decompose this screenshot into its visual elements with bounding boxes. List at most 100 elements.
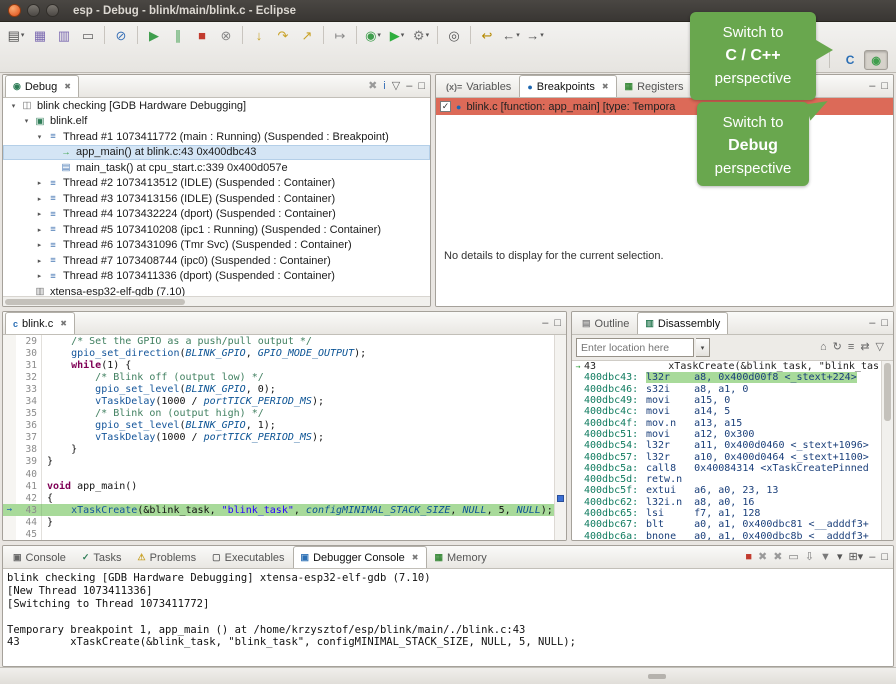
scroll-lock-icon[interactable]: ⇩ — [805, 552, 814, 563]
debug-horizontal-scrollbar[interactable] — [3, 296, 430, 306]
disassembly-instruction[interactable]: 400dbc51:movi a12, 0x300 — [572, 429, 881, 440]
show-source-icon[interactable]: ≡ — [848, 342, 854, 353]
code-area[interactable]: 29 /* Set the GPIO as a push/pull output… — [3, 335, 554, 540]
line-number[interactable]: 45 — [16, 529, 42, 541]
minimize-view-icon[interactable]: – — [869, 81, 875, 92]
home-icon[interactable]: ⌂ — [820, 342, 827, 353]
maximize-view-icon[interactable]: □ — [881, 552, 888, 563]
refresh-icon[interactable]: ↻ — [833, 342, 842, 353]
minimize-view-icon[interactable]: – — [542, 318, 548, 329]
sync-context-icon[interactable]: ⇄ — [860, 342, 869, 353]
line-number[interactable]: 29 — [16, 335, 42, 347]
search-button[interactable]: ◎ — [443, 24, 465, 46]
breakpoint-checkbox[interactable]: ✓ — [440, 101, 451, 112]
tab-blink-c[interactable]: cblink.c✖ — [5, 312, 75, 334]
print-button[interactable]: ▭ — [77, 24, 99, 46]
line-number[interactable]: 43 — [16, 504, 42, 516]
step-into-button[interactable]: ↓ — [248, 24, 270, 46]
tab-memory[interactable]: ▦Memory — [427, 546, 495, 568]
skip-all-breakpoints-button[interactable]: ⊘ — [110, 24, 132, 46]
remove-all-launches-icon[interactable]: ✖ — [773, 552, 782, 563]
view-menu-icon[interactable]: ▽ — [392, 81, 400, 92]
save-all-button[interactable]: ▥ — [53, 24, 75, 46]
dropdown-arrow-icon[interactable]: ▾ — [516, 31, 520, 39]
new-wizard-button[interactable]: ▤▾ — [5, 24, 27, 46]
terminate-button[interactable]: ■ — [191, 24, 213, 46]
location-input[interactable] — [576, 338, 694, 357]
dropdown-arrow-icon[interactable]: ▾ — [401, 31, 405, 39]
suspend-button[interactable]: ∥ — [167, 24, 189, 46]
c-cpp-perspective-button[interactable]: C — [839, 50, 862, 70]
tree-item[interactable]: ▥xtensa-esp32-elf-gdb (7.10) — [3, 284, 430, 296]
location-dropdown-icon[interactable]: ▾ — [696, 338, 710, 357]
disassembly-instruction[interactable]: 400dbc49:movi a15, 0 — [572, 395, 881, 406]
disassembly-instruction[interactable]: 400dbc46:s32i a8, a1, 0 — [572, 384, 881, 395]
tree-item[interactable]: ▾◫blink checking [GDB Hardware Debugging… — [3, 98, 430, 114]
minimize-view-icon[interactable]: – — [869, 552, 875, 563]
debug-tree[interactable]: ▾◫blink checking [GDB Hardware Debugging… — [3, 98, 430, 296]
expand-toggle-icon[interactable]: ▾ — [7, 102, 20, 110]
tree-item[interactable]: ▸≡Thread #3 1073413156 (IDLE) (Suspended… — [3, 191, 430, 207]
maximize-view-icon[interactable]: □ — [881, 81, 888, 92]
overview-marker[interactable] — [557, 495, 564, 502]
tree-item[interactable]: ▸≡Thread #8 1073411336 (dport) (Suspende… — [3, 269, 430, 285]
clear-console-icon[interactable]: ▭ — [788, 552, 798, 563]
line-number[interactable]: 34 — [16, 395, 42, 407]
tree-item[interactable]: ▸≡Thread #2 1073413512 (IDLE) (Suspended… — [3, 176, 430, 192]
external-tools-button[interactable]: ⚙▾ — [410, 24, 432, 46]
instruction-stepping-button[interactable]: ↦ — [329, 24, 351, 46]
line-number[interactable]: 32 — [16, 371, 42, 383]
instruction-pointer-icon[interactable]: → — [3, 504, 16, 516]
maximize-view-icon[interactable]: □ — [554, 318, 561, 329]
line-number[interactable]: 35 — [16, 408, 42, 420]
dropdown-arrow-icon[interactable]: ▾ — [540, 31, 544, 39]
run-button[interactable]: ▶▾ — [386, 24, 408, 46]
expand-toggle-icon[interactable]: ▾ — [20, 117, 33, 125]
close-tab-icon[interactable]: ✖ — [64, 82, 71, 91]
save-button[interactable]: ▦ — [29, 24, 51, 46]
expand-toggle-icon[interactable]: ▸ — [33, 179, 46, 187]
forward-button[interactable]: →▾ — [524, 24, 546, 46]
maximize-view-icon[interactable]: □ — [881, 318, 888, 329]
disassembly-source-line[interactable]: →43 xTaskCreate(&blink_task, "blink_tas — [572, 361, 881, 372]
minimize-view-icon[interactable]: – — [406, 81, 412, 92]
close-tab-icon[interactable]: ✖ — [602, 82, 609, 91]
tab-tasks[interactable]: ✓Tasks — [74, 546, 130, 568]
expand-toggle-icon[interactable]: ▸ — [33, 272, 46, 280]
window-maximize-button[interactable] — [46, 4, 59, 17]
instruction-stepping-mode-icon[interactable]: i — [383, 81, 385, 92]
tab-executables[interactable]: ▢Executables — [204, 546, 292, 568]
display-console-menu-icon[interactable]: ▾ — [837, 552, 843, 563]
disassembly-instruction[interactable]: 400dbc4f:mov.n a13, a15 — [572, 417, 881, 428]
remove-launch-icon[interactable]: ✖ — [758, 552, 767, 563]
disassembly-instruction[interactable]: 400dbc5f:extui a6, a0, 23, 13 — [572, 485, 881, 496]
line-number[interactable]: 41 — [16, 480, 42, 492]
line-number[interactable]: 42 — [16, 492, 42, 504]
disassembly-instruction[interactable]: 400dbc6a:bnone a0, a1, 0x400dbc8b <__add… — [572, 530, 881, 540]
expand-toggle-icon[interactable]: ▸ — [33, 226, 46, 234]
window-close-button[interactable] — [8, 4, 21, 17]
step-return-button[interactable]: ↗ — [296, 24, 318, 46]
tree-item[interactable]: ▾≡Thread #1 1073411772 (main : Running) … — [3, 129, 430, 145]
disassembly-instruction[interactable]: 400dbc43:l32r a8, 0x400d00f8 <_stext+224… — [572, 372, 881, 383]
tree-item[interactable]: ▸≡Thread #5 1073410208 (ipc1 : Running) … — [3, 222, 430, 238]
disassembly-instruction[interactable]: 400dbc67:blt a0, a1, 0x400dbc81 <__adddf… — [572, 519, 881, 530]
resume-button[interactable]: ▶ — [143, 24, 165, 46]
scrollbar-thumb[interactable] — [5, 299, 185, 305]
expand-toggle-icon[interactable]: ▸ — [33, 195, 46, 203]
back-button[interactable]: ←▾ — [500, 24, 522, 46]
line-number[interactable]: 38 — [16, 444, 42, 456]
line-number[interactable]: 30 — [16, 347, 42, 359]
overview-ruler[interactable] — [554, 335, 566, 540]
tree-item[interactable]: ▾▣blink.elf — [3, 114, 430, 130]
minimize-view-icon[interactable]: – — [869, 318, 875, 329]
pin-console-icon[interactable]: ▼ — [820, 552, 831, 563]
open-console-menu-icon[interactable]: ⊞▾ — [848, 552, 863, 563]
tree-item[interactable]: →app_main() at blink.c:43 0x400dbc43 — [3, 145, 430, 161]
tab-console[interactable]: ▣Console — [5, 546, 74, 568]
line-number[interactable]: 44 — [16, 516, 42, 528]
expand-toggle-icon[interactable]: ▸ — [33, 241, 46, 249]
maximize-view-icon[interactable]: □ — [418, 81, 425, 92]
disassembly-instruction[interactable]: 400dbc5d:retw.n — [572, 474, 881, 485]
tree-item[interactable]: ▸≡Thread #7 1073408744 (ipc0) (Suspended… — [3, 253, 430, 269]
